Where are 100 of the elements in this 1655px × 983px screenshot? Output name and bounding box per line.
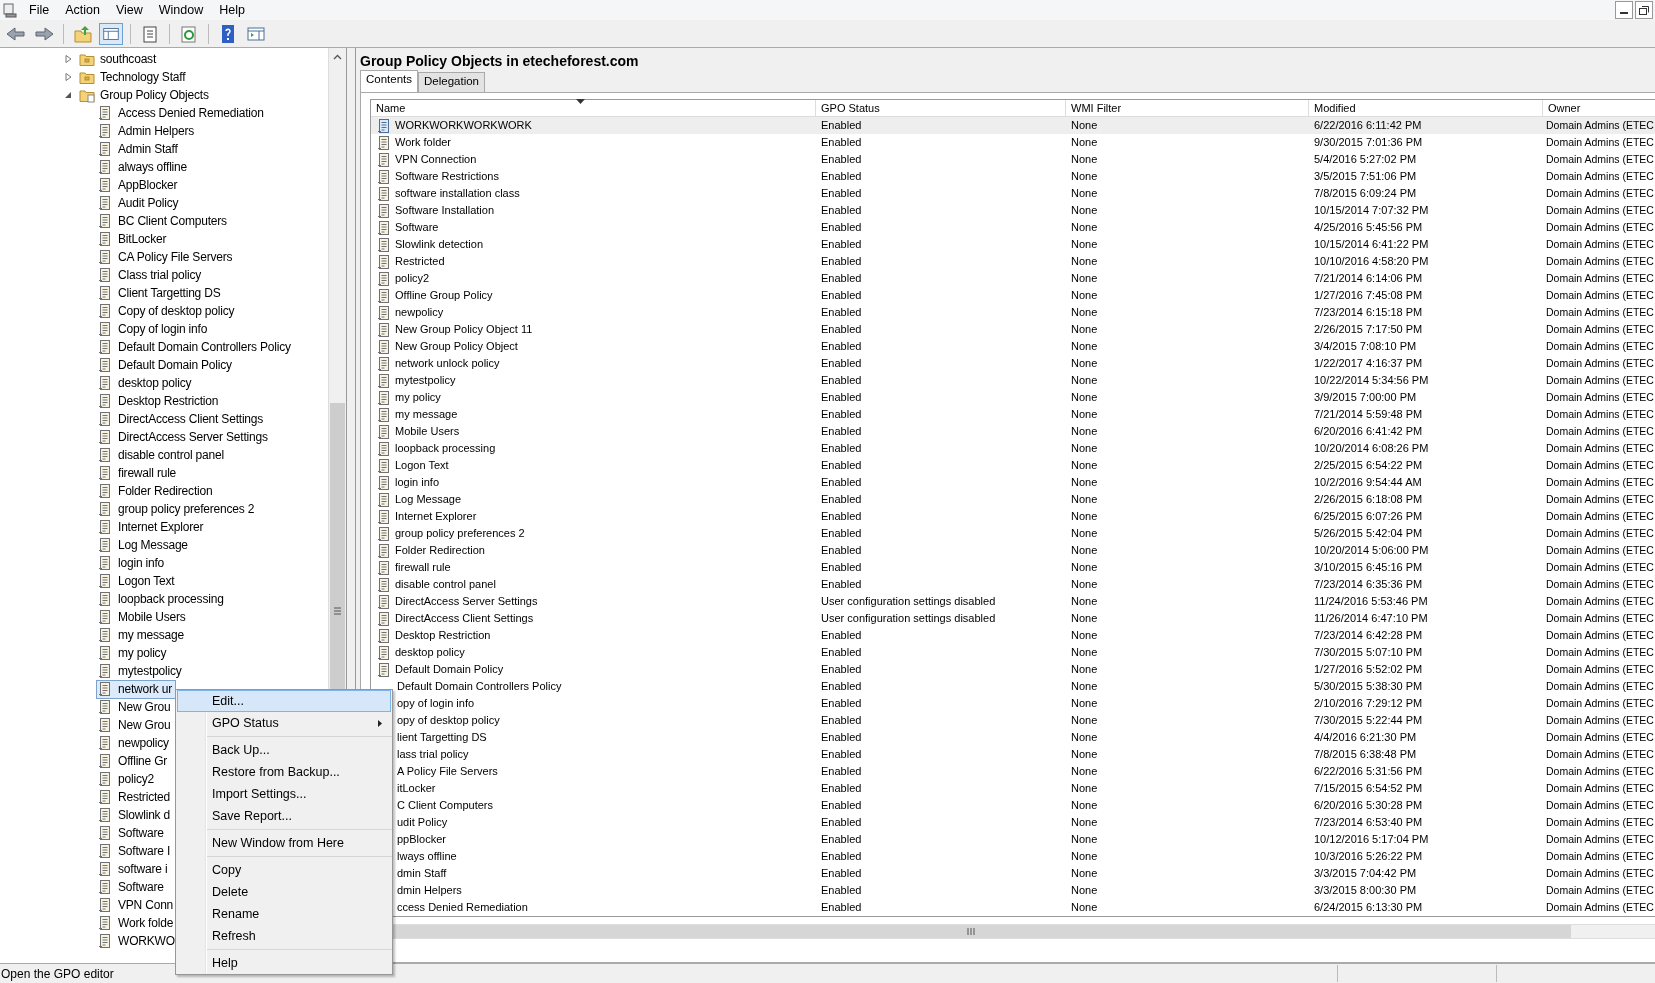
tree-item[interactable]: login info bbox=[96, 553, 169, 573]
tree-item[interactable]: Admin Staff bbox=[96, 139, 182, 159]
table-row[interactable]: firewall rule Enabled None 3/10/2015 6:45:16 PM Domain Admins (ETEC bbox=[371, 559, 1655, 576]
tree-item[interactable]: Default Domain Controllers Policy bbox=[96, 337, 295, 357]
table-row[interactable]: DirectAccess Server Settings User configuration settings disabled None 11/24/2016 5:53:46 PM Domain Admins (ETEC bbox=[371, 593, 1655, 610]
tree-item[interactable]: BC Client Computers bbox=[96, 211, 231, 231]
menu-item[interactable]: View bbox=[107, 0, 151, 20]
table-row[interactable]: Folder Redirection Enabled None 10/20/2014 5:06:00 PM Domain Admins (ETEC bbox=[371, 542, 1655, 559]
menu-item[interactable]: Restore from Backup... bbox=[177, 761, 391, 783]
tree-item[interactable]: desktop policy bbox=[96, 373, 196, 393]
tree-item[interactable]: Mobile Users bbox=[96, 607, 190, 627]
tree-item[interactable]: software i bbox=[96, 859, 172, 879]
tree-item[interactable]: Software bbox=[96, 877, 168, 897]
menu-item[interactable]: Import Settings... bbox=[177, 783, 391, 805]
tree-item[interactable]: Internet Explorer bbox=[96, 517, 208, 537]
table-row[interactable]: network unlock policy Enabled None 1/22/2017 4:16:37 PM Domain Admins (ETEC bbox=[371, 355, 1655, 372]
tree-item[interactable]: CA Policy File Servers bbox=[96, 247, 237, 267]
tree-item[interactable]: policy2 bbox=[96, 769, 158, 789]
menu-item[interactable]: Window bbox=[150, 0, 212, 20]
tree-item[interactable]: VPN Conn bbox=[96, 895, 178, 915]
tree-item[interactable]: Technology Staff bbox=[77, 67, 190, 87]
minimize-button[interactable] bbox=[1615, 1, 1633, 19]
table-row[interactable]: my policy Enabled None 3/9/2015 7:00:00 PM Domain Admins (ETEC bbox=[371, 389, 1655, 406]
table-row[interactable]: Internet Explorer Enabled None 6/25/2015 6:07:26 PM Domain Admins (ETEC bbox=[371, 508, 1655, 525]
table-row[interactable]: New Group Policy Object 11 Enabled None 2/26/2015 7:17:50 PM Domain Admins (ETEC bbox=[371, 321, 1655, 338]
menu-item[interactable]: Back Up... bbox=[177, 739, 391, 761]
table-row[interactable]: login info Enabled None 10/2/2016 9:54:44 AM Domain Admins (ETEC bbox=[371, 474, 1655, 491]
tree-item[interactable]: Folder Redirection bbox=[96, 481, 217, 501]
menu-item[interactable]: Copy bbox=[177, 859, 391, 881]
menu-item[interactable]: Help bbox=[211, 0, 253, 20]
restore-button[interactable] bbox=[1635, 1, 1653, 19]
table-row[interactable]: Mobile Users Enabled None 6/20/2016 6:41:42 PM Domain Admins (ETEC bbox=[371, 423, 1655, 440]
expander-icon[interactable] bbox=[63, 90, 73, 100]
tab[interactable]: Contents bbox=[360, 70, 419, 92]
tree-item[interactable]: mytestpolicy bbox=[96, 661, 186, 681]
table-row[interactable]: Logon Text Enabled None 2/25/2015 6:54:22 PM Domain Admins (ETEC bbox=[371, 457, 1655, 474]
tree-item[interactable]: Desktop Restriction bbox=[96, 391, 223, 411]
menu-item[interactable]: File bbox=[21, 0, 58, 20]
table-row[interactable]: Software Restrictions Enabled None 3/5/2015 7:51:06 PM Domain Admins (ETEC bbox=[371, 168, 1655, 185]
tree-item[interactable]: disable control panel bbox=[96, 445, 228, 465]
tree-item[interactable]: Default Domain Policy bbox=[96, 355, 236, 375]
tree-item[interactable]: Class trial policy bbox=[96, 265, 206, 285]
tree-item[interactable]: Offline Gr bbox=[96, 751, 172, 771]
expander-icon[interactable] bbox=[63, 54, 73, 64]
menu-item[interactable]: Delete bbox=[177, 881, 391, 903]
tree-item[interactable]: firewall rule bbox=[96, 463, 181, 483]
menu-item[interactable]: New Window from Here bbox=[177, 832, 391, 854]
tree-item[interactable]: New Grou bbox=[96, 697, 175, 717]
menu-item[interactable]: Rename bbox=[177, 903, 391, 925]
table-row[interactable]: loopback processing Enabled None 10/20/2014 6:08:26 PM Domain Admins (ETEC bbox=[371, 440, 1655, 457]
tree-item[interactable]: DirectAccess Server Settings bbox=[96, 427, 272, 447]
tree-item[interactable]: Work folde bbox=[96, 913, 178, 933]
tab[interactable]: Delegation bbox=[418, 72, 485, 92]
table-row[interactable]: DirectAccess Client Settings User configuration settings disabled None 11/26/2014 6:47:10 PM Domain Admins (ETEC bbox=[371, 610, 1655, 627]
tree-item[interactable]: Logon Text bbox=[96, 571, 179, 591]
table-row[interactable]: New Group Policy Object Enabled None 3/4/2015 7:08:10 PM Domain Admins (ETEC bbox=[371, 338, 1655, 355]
table-row[interactable]: Offline Group Policy Enabled None 1/27/2016 7:45:08 PM Domain Admins (ETEC bbox=[371, 287, 1655, 304]
table-row[interactable]: Desktop Restriction Enabled None 7/23/2014 6:42:28 PM Domain Admins (ETEC bbox=[371, 627, 1655, 644]
tree-item[interactable]: Slowlink d bbox=[96, 805, 175, 825]
table-row[interactable]: Software Installation Enabled None 10/15/2014 7:07:32 PM Domain Admins (ETEC bbox=[371, 202, 1655, 219]
tree-item[interactable]: my policy bbox=[96, 643, 171, 663]
tree-item[interactable]: Client Targetting DS bbox=[96, 283, 225, 303]
tree-item[interactable]: Copy of desktop policy bbox=[96, 301, 239, 321]
tree-item[interactable]: Copy of login info bbox=[96, 319, 212, 339]
table-row[interactable]: my message Enabled None 7/21/2014 5:59:48 PM Domain Admins (ETEC bbox=[371, 406, 1655, 423]
tree-item[interactable]: newpolicy bbox=[96, 733, 173, 753]
tree-item[interactable]: Group Policy Objects bbox=[77, 85, 213, 105]
table-row[interactable]: Default Domain Policy Enabled None 1/27/2016 5:52:02 PM Domain Admins (ETEC bbox=[371, 661, 1655, 678]
tree-item[interactable]: AppBlocker bbox=[96, 175, 182, 195]
tree-item[interactable]: Audit Policy bbox=[96, 193, 183, 213]
table-row[interactable]: disable control panel Enabled None 7/23/2014 6:35:36 PM Domain Admins (ETEC bbox=[371, 576, 1655, 593]
tree-item[interactable]: always offline bbox=[96, 157, 192, 177]
table-row[interactable]: desktop policy Enabled None 7/30/2015 5:07:10 PM Domain Admins (ETEC bbox=[371, 644, 1655, 661]
table-row[interactable]: Restricted Enabled None 10/10/2016 4:58:20 PM Domain Admins (ETEC bbox=[371, 253, 1655, 270]
table-row[interactable]: Work folder Enabled None 9/30/2015 7:01:36 PM Domain Admins (ETEC bbox=[371, 134, 1655, 151]
tree-item[interactable]: New Grou bbox=[96, 715, 175, 735]
menu-item[interactable]: Action bbox=[57, 0, 108, 20]
table-row[interactable]: software installation class Enabled None 7/8/2015 6:09:24 PM Domain Admins (ETEC bbox=[371, 185, 1655, 202]
tree-item[interactable]: Log Message bbox=[96, 535, 192, 555]
tree-item[interactable]: WORKWO bbox=[96, 931, 179, 951]
tree-item[interactable]: Restricted bbox=[96, 787, 175, 807]
table-row[interactable]: VPN Connection Enabled None 5/4/2016 5:27:02 PM Domain Admins (ETEC bbox=[371, 151, 1655, 168]
table-row[interactable]: Log Message Enabled None 2/26/2015 6:18:08 PM Domain Admins (ETEC bbox=[371, 491, 1655, 508]
menu-item[interactable]: Refresh bbox=[177, 925, 391, 947]
menu-item[interactable]: Save Report... bbox=[177, 805, 391, 827]
tree-item[interactable]: DirectAccess Client Settings bbox=[96, 409, 268, 429]
tree-item[interactable]: Software bbox=[96, 823, 168, 843]
table-row[interactable]: mytestpolicy Enabled None 10/22/2014 5:34:56 PM Domain Admins (ETEC bbox=[371, 372, 1655, 389]
table-row[interactable]: Slowlink detection Enabled None 10/15/2014 6:41:22 PM Domain Admins (ETEC bbox=[371, 236, 1655, 253]
tree-item[interactable]: BitLocker bbox=[96, 229, 171, 249]
expander-icon[interactable] bbox=[63, 72, 73, 82]
console-tree-icon[interactable] bbox=[99, 22, 123, 45]
tree-item[interactable]: Admin Helpers bbox=[96, 121, 199, 141]
tree-item[interactable]: southcoast bbox=[77, 49, 161, 69]
tree-item[interactable]: loopback processing bbox=[96, 589, 228, 609]
table-row[interactable]: group policy preferences 2 Enabled None 5/26/2015 5:42:04 PM Domain Admins (ETEC bbox=[371, 525, 1655, 542]
table-row[interactable]: Software Enabled None 4/25/2016 5:45:56 PM Domain Admins (ETEC bbox=[371, 219, 1655, 236]
tree-item[interactable]: Software I bbox=[96, 841, 175, 861]
menu-item[interactable]: GPO Status bbox=[177, 712, 391, 734]
tree-item[interactable]: network ur bbox=[96, 679, 177, 699]
